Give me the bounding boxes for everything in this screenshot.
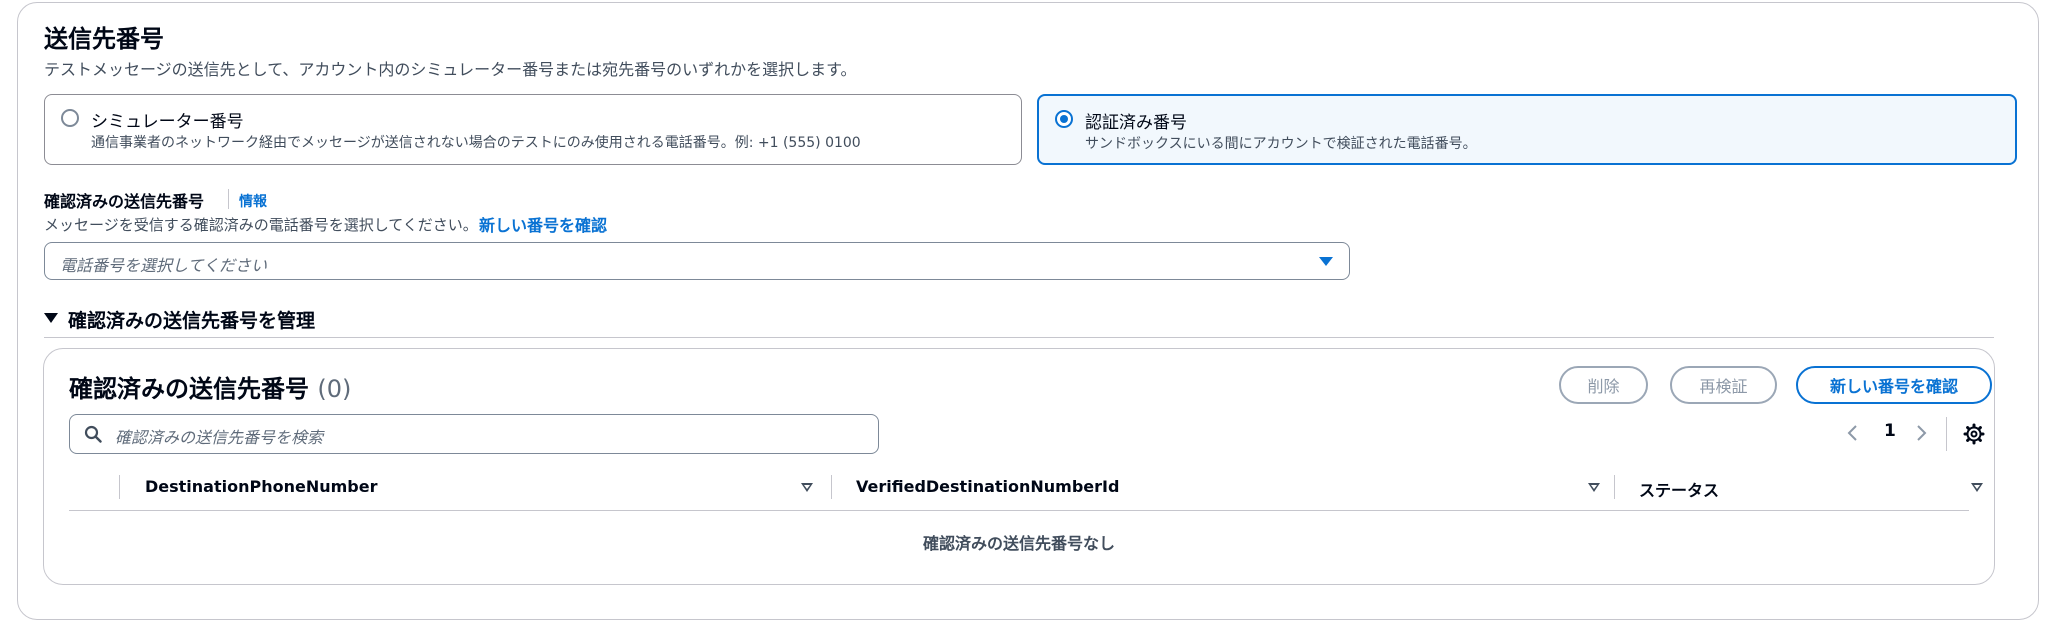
column-header-status[interactable]: ステータス	[1639, 477, 1719, 501]
verify-new-number-link[interactable]: 新しい番号を確認	[479, 212, 607, 236]
caret-down-icon	[1319, 257, 1333, 266]
reverify-button[interactable]: 再検証	[1670, 366, 1777, 404]
tile-description: 通信事業者のネットワーク経由でメッセージが送信されない場合のテストにのみ使用され…	[91, 135, 861, 151]
tile-description: サンドボックスにいる間にアカウントで検証された電話番号。	[1085, 136, 1477, 152]
column-divider	[1614, 475, 1615, 499]
select-placeholder: 電話番号を選択してください	[60, 256, 268, 275]
delete-button[interactable]: 削除	[1559, 366, 1648, 404]
search-icon	[84, 425, 102, 443]
table-header-divider	[69, 510, 1969, 511]
simulator-number-tile[interactable]: シミュレーター番号 通信事業者のネットワーク経由でメッセージが送信されない場合の…	[44, 94, 1022, 165]
chevron-right-icon[interactable]	[1913, 423, 1929, 443]
divider	[44, 337, 1994, 338]
sort-icon[interactable]	[801, 483, 813, 492]
column-header-destination-phone-number[interactable]: DestinationPhoneNumber	[145, 477, 378, 501]
field-description: メッセージを受信する確認済みの電話番号を選択してください。	[44, 216, 478, 234]
gear-icon[interactable]	[1963, 423, 1985, 445]
divider	[228, 189, 229, 209]
caret-down-icon	[44, 313, 58, 323]
empty-state: 確認済みの送信先番号なし	[922, 534, 1115, 553]
field-label: 確認済みの送信先番号	[44, 192, 205, 211]
table-title: 確認済みの送信先番号 (0)	[69, 369, 351, 404]
sort-icon[interactable]	[1971, 483, 1983, 492]
expandable-label: 確認済みの送信先番号を管理	[68, 310, 316, 332]
verified-radio[interactable]	[1055, 110, 1073, 128]
info-link[interactable]: 情報	[239, 191, 267, 211]
column-header-verified-destination-number-id[interactable]: VerifiedDestinationNumberId	[856, 477, 1119, 501]
search-placeholder: 確認済みの送信先番号を検索	[115, 428, 324, 447]
divider	[1946, 417, 1947, 451]
section-title: 送信先番号	[44, 25, 164, 53]
column-divider	[119, 475, 120, 499]
phone-number-select[interactable]: 電話番号を選択してください	[44, 242, 1350, 280]
verified-numbers-table-container: 確認済みの送信先番号 (0) 削除 再検証 新しい番号を確認 確認済みの送信先番…	[43, 348, 1995, 585]
page-number[interactable]: 1	[1884, 421, 1896, 441]
section-description: テストメッセージの送信先として、アカウント内のシミュレーター番号または宛先番号の…	[44, 60, 857, 79]
verified-number-tile[interactable]: 認証済み番号 サンドボックスにいる間にアカウントで検証された電話番号。	[1037, 94, 2017, 165]
tile-label: シミュレーター番号	[91, 112, 244, 132]
column-divider	[831, 475, 832, 499]
tile-label: 認証済み番号	[1085, 113, 1187, 133]
search-input[interactable]: 確認済みの送信先番号を検索	[69, 414, 879, 454]
verify-new-number-button[interactable]: 新しい番号を確認	[1796, 366, 1992, 404]
table-title-text: 確認済みの送信先番号	[69, 375, 309, 403]
sort-icon[interactable]	[1588, 483, 1600, 492]
table-count: (0)	[317, 375, 352, 403]
chevron-left-icon[interactable]	[1845, 423, 1861, 443]
simulator-radio[interactable]	[61, 109, 79, 127]
